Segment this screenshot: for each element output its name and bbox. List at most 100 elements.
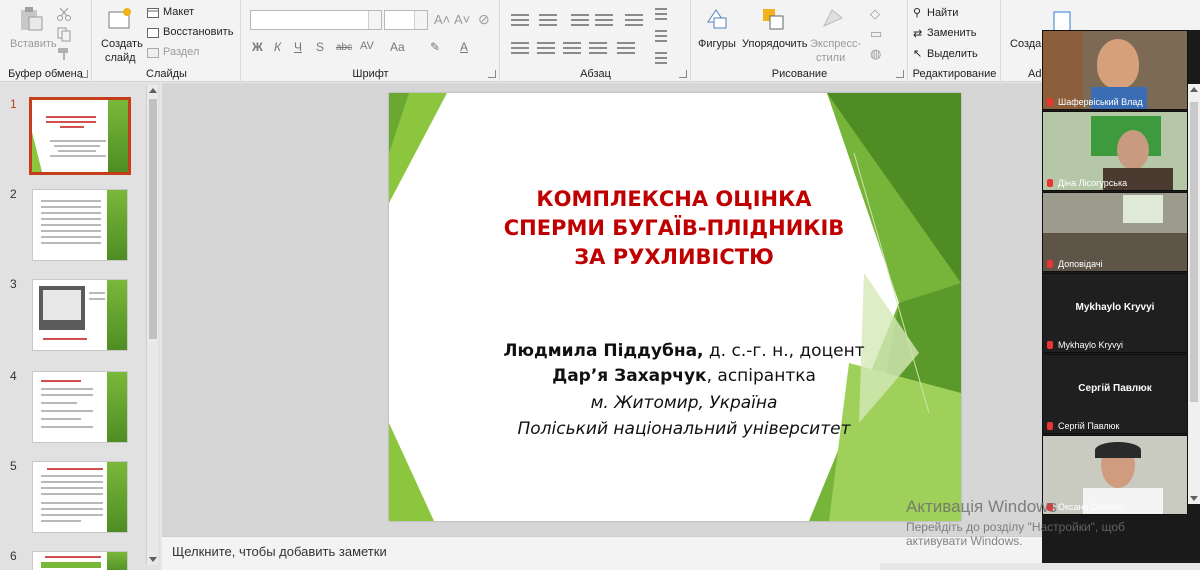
paste-button[interactable]: Вставить (10, 38, 57, 50)
watermark-line: активувати Windows. (906, 534, 1023, 548)
drawing-label: Рисование (771, 68, 828, 80)
font-launcher[interactable] (488, 70, 496, 78)
participant-name: Діна Лісогурська (1047, 178, 1127, 188)
shapes-icon[interactable] (704, 6, 730, 32)
thumb-text-line (41, 388, 93, 390)
author-2[interactable]: Дар’я Захарчук, аспірантка (449, 366, 919, 386)
slide-thumbnail-3[interactable] (32, 279, 128, 351)
slide-thumbnail-5[interactable] (32, 461, 128, 533)
replace-icon[interactable]: ⇄ (913, 27, 922, 40)
arrange-button[interactable]: Упорядочить (742, 38, 807, 50)
mic-muted-icon (1047, 179, 1053, 187)
participants-scrollbar[interactable] (1188, 84, 1200, 504)
slide-thumbnail-1[interactable] (29, 97, 131, 175)
notes-placeholder[interactable]: Щелкните, чтобы добавить заметки (172, 544, 387, 559)
bold-button[interactable]: Ж (252, 40, 263, 54)
shape-effects-icon[interactable]: ◍ (870, 46, 881, 62)
clear-format-icon[interactable]: ⊘ (478, 11, 490, 28)
select-button[interactable]: Выделить (927, 48, 978, 60)
increase-indent-icon[interactable] (595, 14, 613, 26)
font-size-combo[interactable] (384, 10, 428, 30)
scroll-up-icon[interactable] (149, 88, 157, 93)
numbering-icon[interactable] (539, 14, 557, 26)
text-direction-icon[interactable] (655, 8, 667, 20)
thumb-text-line (41, 200, 101, 202)
shrink-font-icon[interactable]: A˅ (454, 12, 470, 27)
align-center-icon[interactable] (537, 42, 555, 54)
create-button[interactable]: Созда (1010, 38, 1041, 50)
find-button[interactable]: Найти (927, 7, 958, 19)
format-painter-icon[interactable] (56, 46, 72, 62)
new-slide-icon[interactable] (107, 6, 133, 32)
scroll-up-icon[interactable] (1190, 87, 1198, 92)
shapes-button[interactable]: Фигуры (698, 38, 736, 50)
shape-fill-icon[interactable]: ◇ (870, 6, 880, 22)
cut-icon[interactable] (56, 6, 72, 22)
thumb-text-line (41, 493, 103, 495)
slide-city[interactable]: м. Житомир, Україна (449, 393, 919, 413)
clipboard-launcher[interactable] (80, 70, 88, 78)
scroll-down-icon[interactable] (149, 557, 157, 562)
watermark-title: Активація Windows (906, 497, 1057, 516)
participant-tile[interactable]: Доповідачі (1042, 192, 1188, 272)
smartart-icon[interactable] (655, 52, 667, 64)
thumb-title-line (46, 121, 96, 123)
font-color-icon[interactable]: A (460, 40, 468, 54)
participant-tile[interactable]: Сергій Павлюк Сергій Павлюк (1042, 354, 1188, 434)
drawing-launcher[interactable] (896, 70, 904, 78)
new-slide-button[interactable]: Создать (101, 38, 143, 50)
underline-button[interactable]: Ч (294, 40, 302, 54)
thumbnails-scrollbar[interactable] (146, 85, 158, 565)
italic-button[interactable]: К (274, 40, 281, 54)
font-name-combo[interactable] (250, 10, 382, 30)
quick-styles-button[interactable]: Экспресс- (810, 38, 861, 50)
current-slide[interactable]: КОМПЛЕКСНА ОЦІНКА СПЕРМИ БУГАЇВ-ПЛІДНИКІ… (389, 93, 961, 521)
decrease-indent-icon[interactable] (571, 14, 589, 26)
slide-title[interactable]: КОМПЛЕКСНА ОЦІНКА СПЕРМИ БУГАЇВ-ПЛІДНИКІ… (479, 185, 869, 272)
char-spacing-button[interactable]: AV (360, 40, 374, 52)
participant-tile[interactable]: Діна Лісогурська (1042, 111, 1188, 191)
quick-styles-button-line2[interactable]: стили (816, 52, 845, 64)
participant-tile[interactable]: Шафервіський Влад (1042, 30, 1188, 110)
grow-font-icon[interactable]: A˄ (434, 12, 450, 27)
spacing-button[interactable]: abc (336, 42, 352, 53)
change-case-button[interactable]: Aa (390, 40, 405, 54)
section-icon (147, 48, 159, 58)
thumb-title-line (45, 556, 101, 558)
shape-outline-icon[interactable]: ▭ (870, 26, 882, 42)
slide-thumbnail-6[interactable] (32, 551, 128, 570)
replace-button[interactable]: Заменить (927, 27, 976, 39)
slide-thumbnail-4[interactable] (32, 371, 128, 443)
arrange-icon[interactable] (760, 6, 786, 32)
author-1[interactable]: Людмила Піддубна, д. с.-г. н., доцент (449, 341, 919, 361)
paragraph-launcher[interactable] (679, 70, 687, 78)
copy-icon[interactable] (56, 26, 72, 42)
thumb-text-line (41, 475, 103, 477)
align-text-icon[interactable] (655, 30, 667, 42)
line-spacing-icon[interactable] (625, 14, 643, 26)
highlight-icon[interactable]: ✎ (430, 40, 440, 54)
strike-button[interactable]: S (316, 40, 324, 54)
scroll-down-icon[interactable] (1190, 496, 1198, 501)
bullets-icon[interactable] (511, 14, 529, 26)
thumb-caption (43, 338, 87, 340)
scroll-thumb[interactable] (149, 99, 157, 339)
new-slide-button-line2[interactable]: слайд (105, 52, 136, 64)
quick-styles-icon[interactable] (820, 6, 846, 32)
status-bar (880, 563, 1200, 570)
align-left-icon[interactable] (511, 42, 529, 54)
select-icon[interactable]: ↖ (913, 47, 922, 60)
participant-tile[interactable]: Mykhaylo Kryvyi Mykhaylo Kryvyi (1042, 273, 1188, 353)
paste-icon[interactable] (18, 6, 44, 32)
layout-button[interactable]: Макет (163, 6, 194, 18)
reset-button[interactable]: Восстановить (163, 26, 233, 38)
scroll-thumb[interactable] (1190, 102, 1198, 402)
justify-icon[interactable] (589, 42, 607, 54)
align-right-icon[interactable] (563, 42, 581, 54)
find-icon[interactable]: ⚲ (913, 6, 921, 19)
slides-label: Слайды (146, 68, 187, 80)
section-button[interactable]: Раздел (163, 46, 199, 58)
slide-university[interactable]: Поліський національний університет (449, 419, 919, 439)
columns-icon[interactable] (617, 42, 635, 54)
slide-thumbnail-2[interactable] (32, 189, 128, 261)
